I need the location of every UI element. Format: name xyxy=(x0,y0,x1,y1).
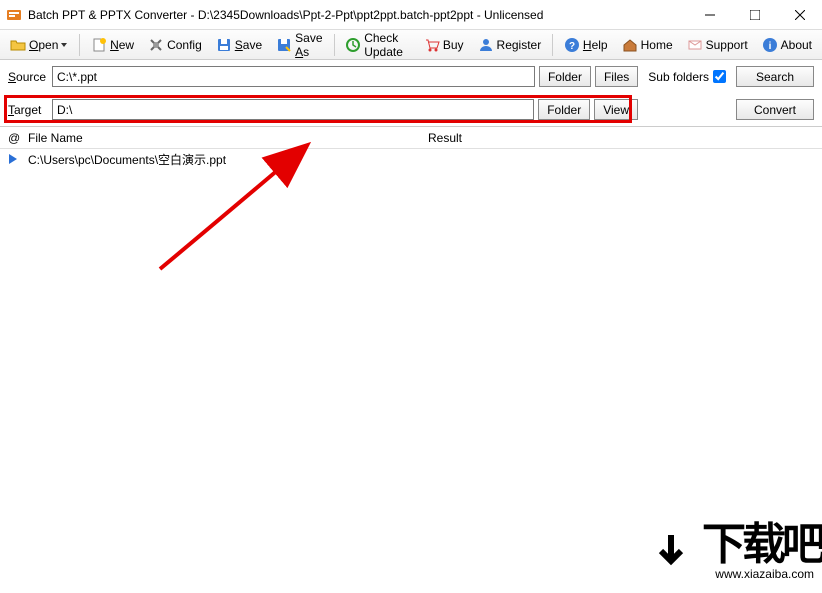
new-button[interactable]: New xyxy=(85,34,140,56)
subfolders-checkbox[interactable] xyxy=(713,70,726,83)
play-icon xyxy=(0,154,28,164)
minimize-button[interactable] xyxy=(687,0,732,29)
separator xyxy=(334,34,335,56)
source-folder-button[interactable]: Folder xyxy=(539,66,591,87)
check-update-label: Check Update xyxy=(364,31,410,59)
toolbar: OOpenpen New Config Save Save As Check U… xyxy=(0,30,822,60)
save-as-button[interactable]: Save As xyxy=(270,28,328,62)
watermark-url: www.xiazaiba.com xyxy=(662,567,822,581)
close-button[interactable] xyxy=(777,0,822,29)
help-icon: ? xyxy=(564,37,580,53)
config-button[interactable]: Config xyxy=(142,34,208,56)
search-button[interactable]: Search xyxy=(736,66,814,87)
config-label: Config xyxy=(167,38,202,52)
source-input[interactable] xyxy=(52,66,535,87)
col-header-file[interactable]: File Name xyxy=(28,131,428,145)
about-label: About xyxy=(781,38,812,52)
convert-button[interactable]: Convert xyxy=(736,99,814,120)
help-button[interactable]: ? Help xyxy=(558,34,614,56)
separator xyxy=(552,34,553,56)
save-button[interactable]: Save xyxy=(210,34,268,56)
maximize-button[interactable] xyxy=(732,0,777,29)
grid-header: @ File Name Result xyxy=(0,127,822,149)
register-icon xyxy=(478,37,494,53)
subfolders-label: Sub folders xyxy=(648,70,709,84)
about-icon: i xyxy=(762,37,778,53)
subfolders-checkbox-label[interactable]: Sub folders xyxy=(648,70,726,84)
buy-button[interactable]: Buy xyxy=(418,34,470,56)
cart-icon xyxy=(424,37,440,53)
target-label: Target xyxy=(8,103,48,117)
home-button[interactable]: Home xyxy=(616,34,679,56)
check-update-button[interactable]: Check Update xyxy=(339,28,416,62)
config-icon xyxy=(148,37,164,53)
target-view-button[interactable]: View xyxy=(594,99,638,120)
dropdown-icon xyxy=(60,43,68,47)
home-icon xyxy=(622,37,638,53)
support-button[interactable]: Support xyxy=(681,34,754,56)
file-grid: @ File Name Result C:\Users\pc\Documents… xyxy=(0,126,822,567)
grid-body[interactable]: C:\Users\pc\Documents\空白演示.ppt xyxy=(0,149,822,567)
source-row: Source Folder Files Sub folders Search xyxy=(0,60,822,93)
register-label: Register xyxy=(497,38,542,52)
source-files-button[interactable]: Files xyxy=(595,66,638,87)
save-icon xyxy=(216,37,232,53)
file-name-cell: C:\Users\pc\Documents\空白演示.ppt xyxy=(28,151,428,168)
table-row[interactable]: C:\Users\pc\Documents\空白演示.ppt xyxy=(0,149,822,169)
target-folder-button[interactable]: Folder xyxy=(538,99,590,120)
about-button[interactable]: i About xyxy=(756,34,818,56)
separator xyxy=(79,34,80,56)
target-input[interactable] xyxy=(52,99,534,120)
update-icon xyxy=(345,37,361,53)
support-label: Support xyxy=(706,38,748,52)
folder-open-icon xyxy=(10,37,26,53)
new-file-icon xyxy=(91,37,107,53)
support-icon xyxy=(687,37,703,53)
titlebar: Batch PPT & PPTX Converter - D:\2345Down… xyxy=(0,0,822,30)
source-label: Source xyxy=(8,70,48,84)
col-header-at[interactable]: @ xyxy=(0,131,28,145)
home-label: Home xyxy=(641,38,673,52)
svg-text:?: ? xyxy=(569,41,575,52)
svg-text:i: i xyxy=(768,41,771,52)
register-button[interactable]: Register xyxy=(472,34,548,56)
target-row: Target Folder View Convert xyxy=(0,93,822,126)
open-button[interactable]: OOpenpen xyxy=(4,34,74,56)
app-icon xyxy=(6,7,22,23)
col-header-result[interactable]: Result xyxy=(428,131,822,145)
save-as-icon xyxy=(276,37,292,53)
buy-label: Buy xyxy=(443,38,464,52)
window-title: Batch PPT & PPTX Converter - D:\2345Down… xyxy=(28,8,687,22)
window-controls xyxy=(687,0,822,29)
